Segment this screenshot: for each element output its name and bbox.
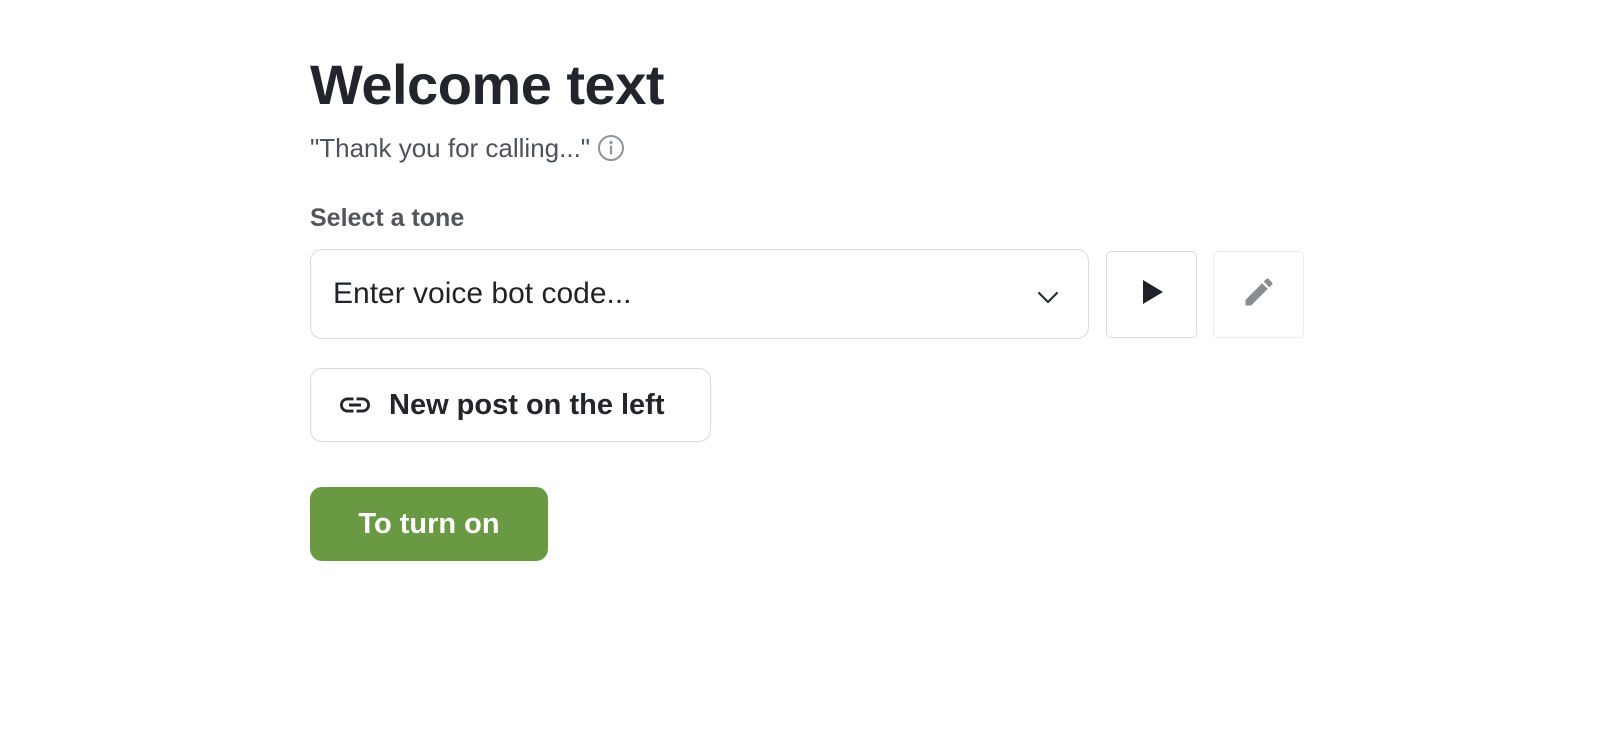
tone-label: Select a tone <box>310 204 465 232</box>
subtitle-row: "Thank you for calling..." <box>310 132 1310 164</box>
turn-on-button[interactable]: To turn on <box>310 487 548 561</box>
pencil-icon <box>1241 274 1277 315</box>
edit-button[interactable] <box>1213 250 1304 338</box>
tone-select[interactable]: Enter voice bot code... <box>310 249 1089 339</box>
page-title: Welcome text <box>310 53 664 116</box>
chevron-down-icon <box>1036 288 1060 306</box>
info-icon[interactable] <box>596 133 626 163</box>
welcome-text-panel: Welcome text "Thank you for calling..." … <box>310 50 1310 561</box>
link-icon <box>337 387 373 423</box>
new-post-link-label: New post on the left <box>389 388 665 421</box>
new-post-link-button[interactable]: New post on the left <box>310 368 711 442</box>
tone-controls: Enter voice bot code... <box>310 248 1310 340</box>
subtitle: "Thank you for calling..." <box>310 132 591 163</box>
play-icon <box>1139 278 1165 311</box>
tone-select-value: Enter voice bot code... <box>333 277 632 310</box>
play-button[interactable] <box>1106 250 1197 338</box>
